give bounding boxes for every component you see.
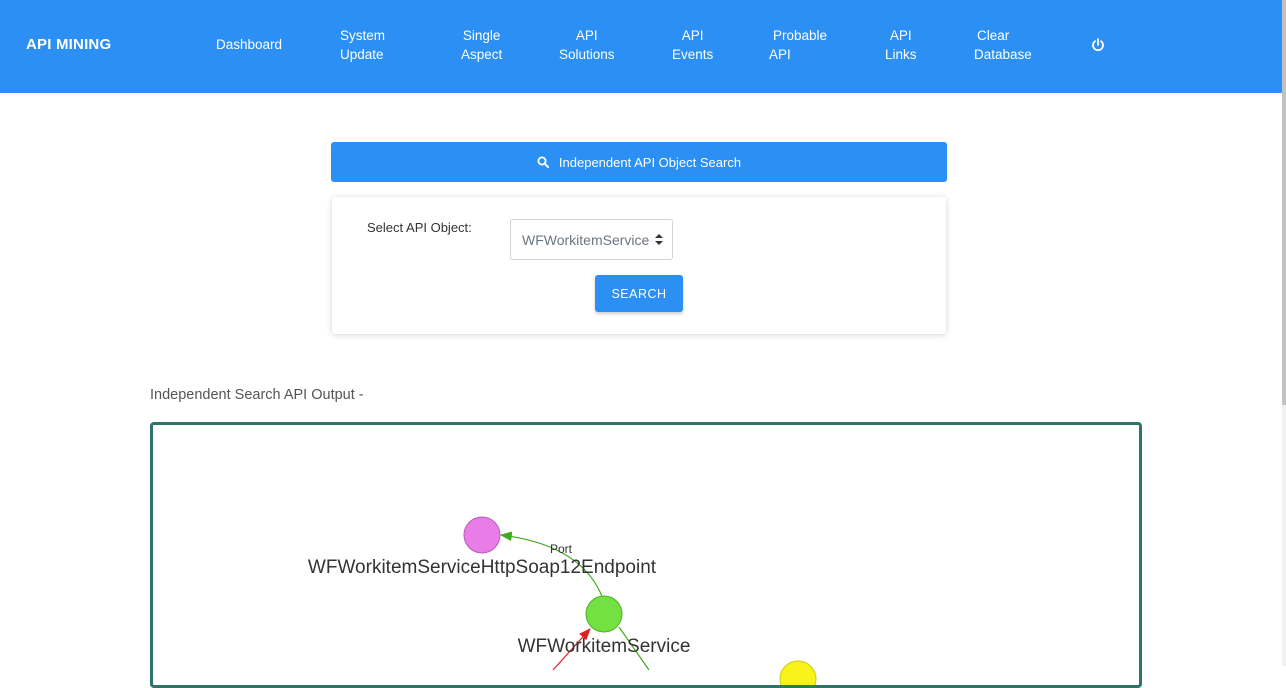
nav-api-solutions-line2: Solutions (559, 47, 615, 62)
nav-api-events-line1: API (681, 28, 704, 43)
edge-port-label: Port (550, 542, 573, 556)
nav-clear-database[interactable]: Clear Database (974, 26, 1032, 64)
nav-probable-api-line2: API (769, 47, 791, 62)
brand-logo[interactable]: API MINING (26, 36, 111, 53)
node-endpoint[interactable] (463, 516, 501, 554)
nav-clear-database-line1: Clear (977, 28, 1010, 43)
nav-single-aspect[interactable]: Single Aspect (461, 26, 502, 64)
network-graph: Port WFWorkitemServiceHttpSoap12Endpoint… (308, 516, 817, 685)
power-icon[interactable] (1090, 37, 1106, 53)
scrollbar-thumb[interactable] (1282, 0, 1286, 405)
nav-dashboard-label: Dashboard (216, 37, 283, 52)
select-updown-icon (655, 234, 663, 245)
nav-probable-api[interactable]: Probable API (769, 26, 827, 64)
api-object-select[interactable]: WFWorkitemService (510, 219, 673, 260)
node-service-label: WFWorkitemService (518, 636, 691, 657)
page-scrollbar[interactable] (1282, 0, 1286, 666)
nav-api-links-line1: API (889, 28, 912, 43)
nav-system-update-line2: Update (340, 47, 384, 62)
search-panel-title: Independent API Object Search (558, 154, 742, 170)
nav-dashboard[interactable]: Dashboard (216, 35, 282, 54)
node-service[interactable] (585, 595, 623, 633)
nav-probable-api-line1: Probable (773, 28, 828, 43)
nav-api-solutions-line1: API (575, 28, 598, 43)
nav-api-events-line2: Events (672, 47, 714, 62)
search-icon (537, 156, 549, 168)
search-button[interactable]: SEARCH (595, 275, 683, 312)
node-other[interactable] (779, 660, 817, 685)
nav-single-aspect-line1: Single (462, 28, 501, 43)
nav-clear-database-line2: Database (974, 47, 1032, 62)
search-panel-header: Independent API Object Search (331, 142, 947, 182)
nav-api-links[interactable]: API Links (885, 26, 917, 64)
nav-system-update[interactable]: System Update (340, 26, 385, 64)
top-navbar: API MINING Dashboard System Update Singl… (0, 0, 1282, 93)
api-object-selected-value: WFWorkitemService (522, 232, 650, 248)
output-title: Independent Search API Output - (150, 387, 364, 403)
nav-api-solutions[interactable]: API Solutions (559, 26, 615, 64)
api-object-label: Select API Object: (367, 220, 472, 235)
nav-api-events[interactable]: API Events (672, 26, 713, 64)
graph-canvas[interactable]: Port WFWorkitemServiceHttpSoap12Endpoint… (150, 422, 1142, 688)
nav-api-links-line2: Links (885, 47, 917, 62)
nav-system-update-line1: System (340, 28, 386, 43)
search-form-card: Select API Object: WFWorkitemService SEA… (332, 197, 946, 334)
nav-single-aspect-line2: Aspect (461, 47, 503, 62)
node-endpoint-label: WFWorkitemServiceHttpSoap12Endpoint (308, 557, 657, 578)
